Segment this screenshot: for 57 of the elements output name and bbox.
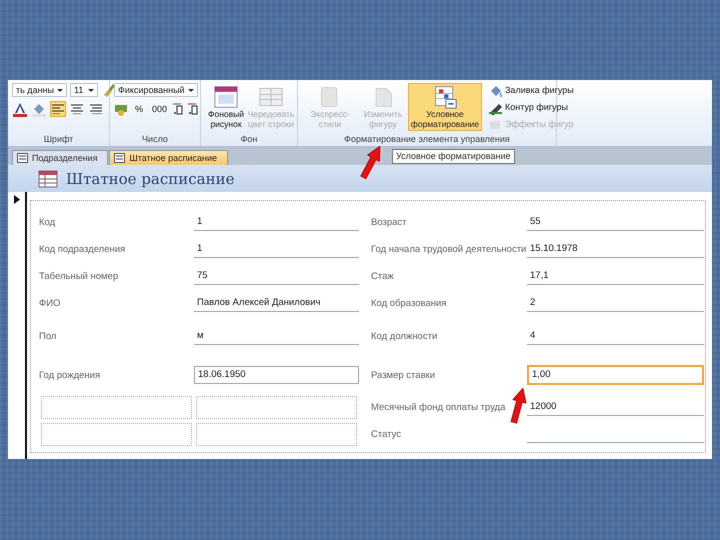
increase-decimal-icon[interactable]	[172, 102, 184, 116]
ribbon-button[interactable]: Условное форматирование	[408, 83, 482, 131]
field-label: Возраст	[371, 217, 408, 228]
input-field[interactable]: 15.10.1978	[527, 241, 704, 258]
input-field[interactable]: 55	[527, 214, 704, 231]
field-label: Код подразделения	[39, 244, 126, 255]
input-field[interactable]: 75	[194, 268, 359, 285]
decrease-decimal-icon[interactable]	[187, 102, 200, 116]
field-label: ФИО	[39, 298, 62, 309]
input-field[interactable]: 12000	[527, 399, 704, 416]
field-label: Размер ставки	[371, 370, 436, 380]
field-label: Код образования	[371, 298, 448, 309]
ribbon-button[interactable]: Фоновый рисунок	[205, 83, 247, 131]
record-selector-icon[interactable]	[14, 195, 20, 204]
font-color-icon	[12, 102, 28, 116]
input-field[interactable]: 1	[194, 214, 359, 231]
percent-button[interactable]: %	[131, 101, 147, 117]
field-label: Месячный фонд оплаты труда	[371, 402, 506, 413]
input-field[interactable]: 4	[527, 328, 704, 345]
align-right-icon	[90, 104, 102, 114]
field-label: Год рождения	[39, 370, 102, 380]
form-icon	[17, 153, 28, 163]
input-field[interactable]: 2	[527, 295, 704, 312]
input-field[interactable]: 1,00	[527, 365, 704, 385]
align-left-icon	[52, 104, 64, 114]
group-label: Форматирование элемента управления	[343, 133, 511, 146]
number-format-dropdown[interactable]: Фиксированный	[114, 83, 198, 97]
align-center-icon	[71, 104, 83, 114]
input-field[interactable]: 17,1	[527, 268, 704, 285]
table-icon	[38, 170, 58, 188]
input-field[interactable]: м	[194, 328, 359, 345]
thousands-button[interactable]: 000	[150, 101, 170, 117]
input-field[interactable]: 18.06.1950	[194, 366, 359, 384]
field-label: Код	[39, 217, 56, 228]
field-label: Пол	[39, 331, 58, 342]
form-icon	[114, 153, 126, 163]
align-button[interactable]	[50, 101, 66, 117]
field-label: Статус	[371, 429, 402, 440]
group-label: Число	[141, 133, 169, 146]
form-title: Штатное расписание	[66, 170, 234, 188]
group-label: Шрифт	[42, 133, 74, 146]
font-name-dropdown[interactable]: ть данны	[12, 83, 67, 97]
fill-color-icon	[31, 102, 47, 116]
ribbon-button[interactable]: Заливка фигуры	[488, 83, 574, 97]
document-tab[interactable]: Штатное расписание	[109, 150, 228, 165]
input-field[interactable]: Павлов Алексей Данилович	[194, 295, 359, 312]
input-field[interactable]: 1	[194, 241, 359, 258]
document-tab[interactable]: Подразделения	[12, 150, 108, 165]
currency-icon[interactable]	[114, 102, 128, 116]
ribbon-button[interactable]: Контур фигуры	[488, 100, 574, 114]
field-label: Код должности	[371, 331, 438, 342]
group-label: Фон	[240, 133, 258, 146]
field-label: Стаж	[371, 271, 395, 282]
field-label: Год начала трудовой деятельности	[371, 244, 527, 255]
tooltip: Условное форматирование	[392, 149, 514, 164]
font-size-dropdown[interactable]: 11	[70, 83, 98, 97]
field-label: Табельный номер	[39, 271, 120, 282]
